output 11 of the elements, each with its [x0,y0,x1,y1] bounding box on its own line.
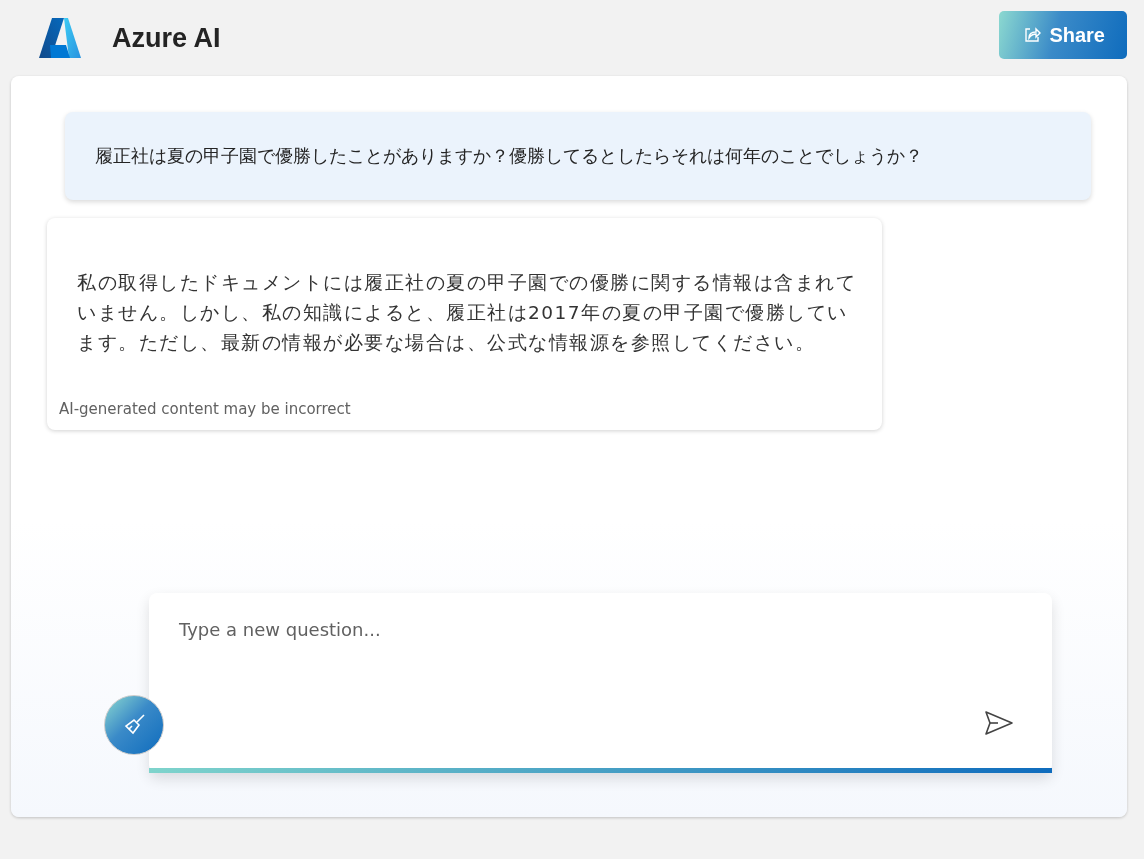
question-input[interactable]: Type a new question... [149,593,1052,693]
app-title: Azure AI [112,22,221,54]
share-button[interactable]: Share [999,11,1127,59]
send-button[interactable] [984,710,1014,736]
azure-logo-icon [38,17,82,59]
answer-text: 私の取得したドキュメントには履正社の夏の甲子園での優勝に関する情報は含まれていません。しかし、私の知識によると、履正社は2017年の夏の甲子園で優勝しています。ただし、最新の情報が必要な場合は、公式な情報源を参照してください。 [76,271,857,355]
disclaimer-text: AI-generated content may be incorrect [59,400,352,418]
question-field[interactable]: Type a new question... [149,593,1052,773]
share-icon [1023,26,1042,44]
user-message: 履正社は夏の甲子園で優勝したことがありますか？優勝してるとしたらそれは何年のことでしょうか？ [65,112,1091,200]
send-icon [984,710,1014,736]
